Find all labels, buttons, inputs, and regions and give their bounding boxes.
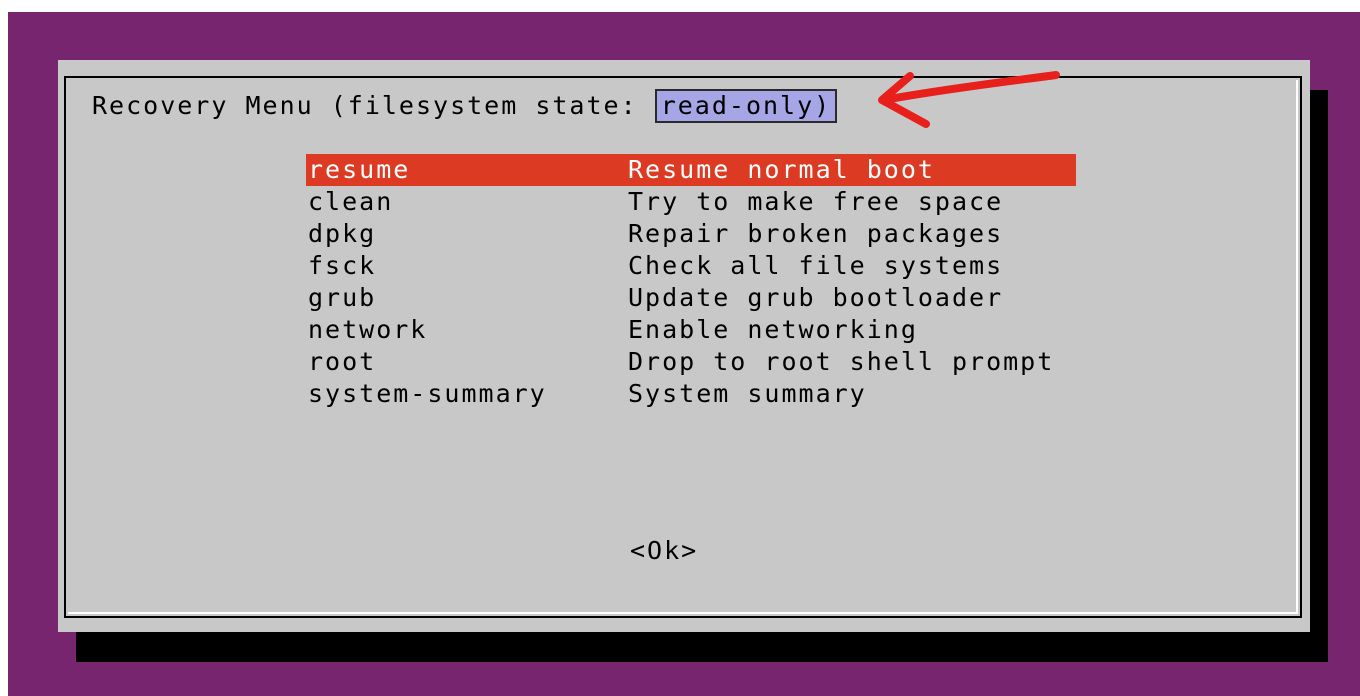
menu-item-key: system-summary <box>308 379 547 408</box>
filesystem-state-badge: read-only) <box>654 89 838 123</box>
menu-item-network[interactable]: network Enable networking <box>306 314 1076 346</box>
menu-item-key: grub <box>308 283 377 312</box>
menu-item-system-summary[interactable]: system-summary System summary <box>306 378 1076 410</box>
menu-item-key: network <box>308 315 428 344</box>
red-arrow-icon <box>878 71 1060 128</box>
menu-item-grub[interactable]: grub Update grub bootloader <box>306 282 1076 314</box>
menu-item-description: Try to make free space <box>628 187 1004 216</box>
menu-item-key: root <box>308 347 377 376</box>
menu-item-description: Enable networking <box>628 315 918 344</box>
menu-item-description: Update grub bootloader <box>628 283 1004 312</box>
dialog-title: Recovery Menu (filesystem state: read-on… <box>92 89 838 123</box>
menu-item-key: resume <box>308 155 411 184</box>
menu-item-root[interactable]: root Drop to root shell prompt <box>306 346 1076 378</box>
recovery-menu-dialog: Recovery Menu (filesystem state: read-on… <box>58 60 1310 632</box>
recovery-options-list: resume Resume normal boot clean Try to m… <box>306 154 1076 410</box>
menu-item-description: Check all file systems <box>628 251 1004 280</box>
menu-item-description: Repair broken packages <box>628 219 1004 248</box>
menu-item-description: System summary <box>628 379 867 408</box>
menu-item-description: Drop to root shell prompt <box>628 347 1055 376</box>
menu-item-key: fsck <box>308 251 377 280</box>
menu-item-key: dpkg <box>308 219 377 248</box>
menu-item-clean[interactable]: clean Try to make free space <box>306 186 1076 218</box>
menu-item-resume[interactable]: resume Resume normal boot <box>306 154 1076 186</box>
menu-item-dpkg[interactable]: dpkg Repair broken packages <box>306 218 1076 250</box>
title-prefix: Recovery Menu (filesystem state: <box>92 91 655 120</box>
ok-button[interactable]: <Ok> <box>630 534 698 568</box>
menu-item-fsck[interactable]: fsck Check all file systems <box>306 250 1076 282</box>
menu-item-key: clean <box>308 187 394 216</box>
menu-item-description: Resume normal boot <box>628 155 935 184</box>
